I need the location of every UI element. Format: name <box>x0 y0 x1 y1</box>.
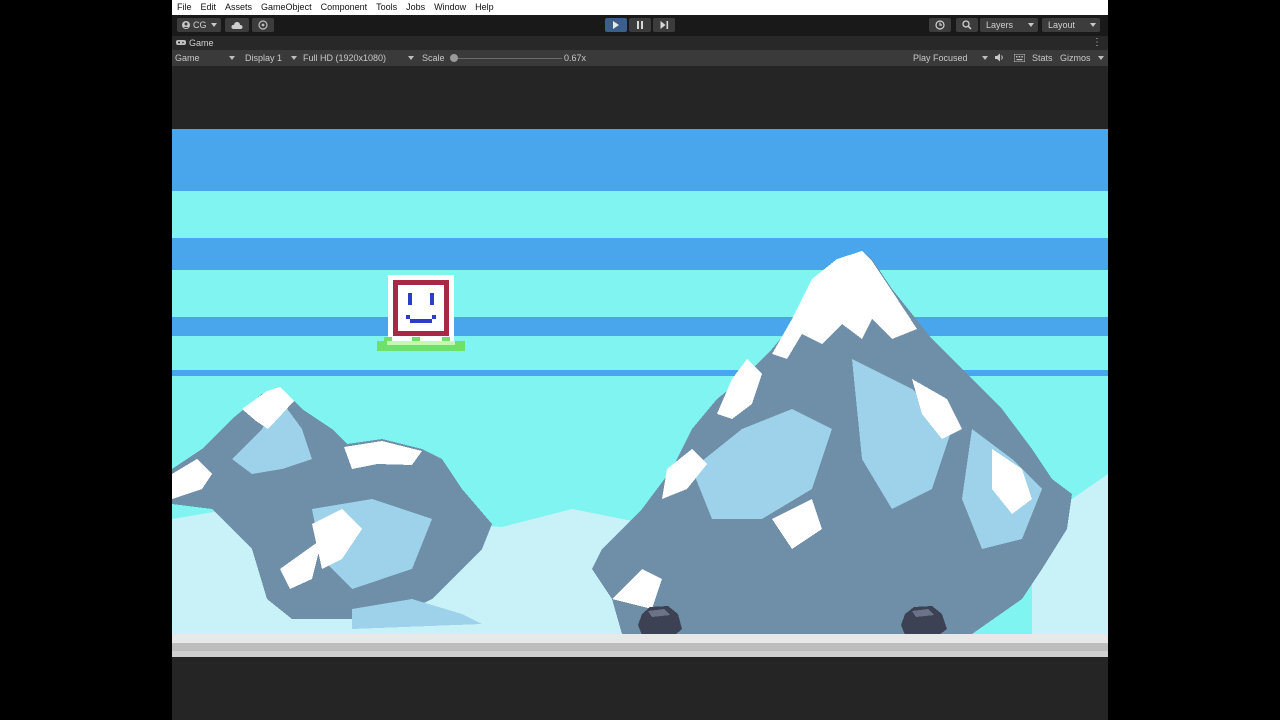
pause-button[interactable] <box>629 18 651 32</box>
chevron-down-icon <box>408 56 414 60</box>
menu-gameobject[interactable]: GameObject <box>256 0 316 15</box>
scale-value: 0.67x <box>564 53 587 63</box>
player-character <box>388 275 454 341</box>
menu-component[interactable]: Component <box>316 0 372 15</box>
keyboard-icon <box>1013 53 1026 63</box>
tab-bar: Game ⋮ <box>172 36 1108 50</box>
menu-assets[interactable]: Assets <box>220 0 256 15</box>
cloud-button[interactable] <box>225 18 249 32</box>
menu-tools[interactable]: Tools <box>371 0 401 15</box>
display-dropdown[interactable]: Display 1 <box>245 50 282 66</box>
menu-jobs[interactable]: Jobs <box>401 0 429 15</box>
play-button[interactable] <box>605 18 627 32</box>
cloud-icon <box>231 21 243 29</box>
chevron-down-icon <box>1098 56 1104 60</box>
undo-history-button[interactable] <box>929 18 951 32</box>
search-button[interactable] <box>956 18 978 32</box>
chevron-down-icon <box>1028 23 1034 27</box>
play-mode-dropdown[interactable]: Play Focused <box>913 50 968 66</box>
chevron-down-icon <box>291 56 297 60</box>
account-dropdown[interactable]: CG <box>177 18 221 32</box>
scale-label: Scale <box>422 53 445 63</box>
chevron-down-icon <box>1090 23 1096 27</box>
main-toolbar: CG Layers Layout <box>172 15 1108 36</box>
collab-icon <box>258 20 268 30</box>
step-forward-icon <box>660 21 669 29</box>
keyboard-shortcuts-toggle[interactable] <box>1013 50 1026 67</box>
chevron-down-icon <box>229 56 235 60</box>
chevron-down-icon <box>982 56 988 60</box>
step-button[interactable] <box>653 18 675 32</box>
layout-label: Layout <box>1048 20 1076 30</box>
speaker-icon <box>995 53 1003 62</box>
gamepad-icon <box>176 38 186 48</box>
layers-label: Layers <box>986 20 1014 30</box>
resolution-dropdown[interactable]: Full HD (1920x1080) <box>303 50 386 66</box>
game-view-controls: Game Display 1 Full HD (1920x1080) Scale… <box>172 50 1108 67</box>
menu-edit[interactable]: Edit <box>196 0 221 15</box>
play-icon <box>612 21 620 29</box>
menu-help[interactable]: Help <box>470 0 498 15</box>
account-icon <box>182 21 190 29</box>
tab-game[interactable]: Game <box>176 36 214 50</box>
game-viewport[interactable] <box>172 66 1108 720</box>
unity-editor-window: File Edit Assets GameObject Component To… <box>172 0 1108 720</box>
collab-button[interactable] <box>252 18 274 32</box>
view-mode-dropdown[interactable]: Game <box>175 50 200 66</box>
search-icon <box>962 20 972 30</box>
game-scene <box>172 129 1108 657</box>
menu-file[interactable]: File <box>172 0 196 15</box>
tab-game-label: Game <box>189 38 214 48</box>
scale-slider-track[interactable] <box>454 58 562 59</box>
history-icon <box>935 20 945 30</box>
stats-toggle[interactable]: Stats <box>1032 50 1053 66</box>
gizmos-toggle[interactable]: Gizmos <box>1060 50 1091 66</box>
ground <box>172 634 1108 657</box>
layout-dropdown[interactable]: Layout <box>1042 18 1100 32</box>
mute-audio-toggle[interactable] <box>995 50 1005 67</box>
menu-bar: File Edit Assets GameObject Component To… <box>172 0 1108 15</box>
layers-dropdown[interactable]: Layers <box>980 18 1038 32</box>
more-options-icon[interactable]: ⋮ <box>1092 38 1102 48</box>
account-label: CG <box>193 20 207 30</box>
menu-window[interactable]: Window <box>429 0 470 15</box>
chevron-down-icon <box>211 23 217 27</box>
scale-slider-handle[interactable] <box>450 54 458 62</box>
pause-icon <box>636 21 644 29</box>
